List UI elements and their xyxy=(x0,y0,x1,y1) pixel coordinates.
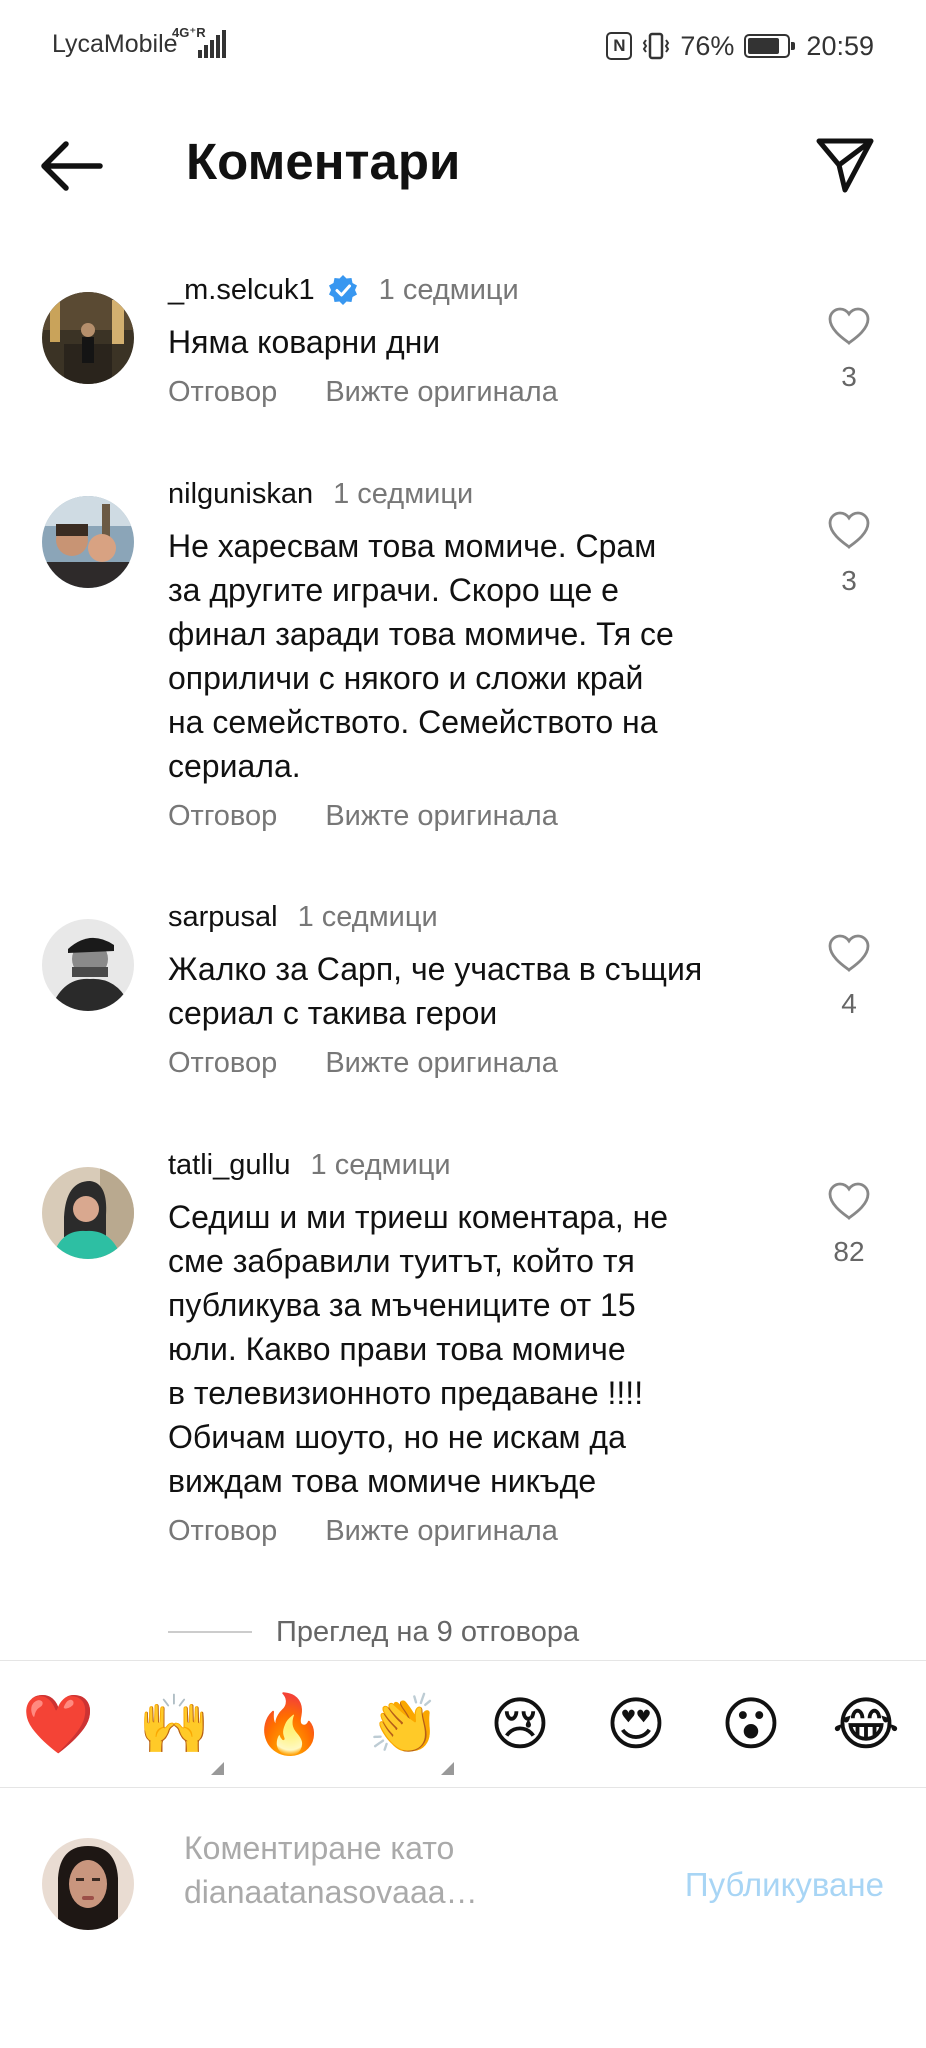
comment-text: Седиш и ми триеш коментара, не сме забра… xyxy=(168,1199,669,1499)
comment-body: sarpusal 1 седмици Жалко за Сарп, че уча… xyxy=(168,897,788,1080)
avatar[interactable] xyxy=(42,1167,134,1259)
clapping-hands-emoji-icon[interactable]: 👏 xyxy=(368,1689,454,1775)
comment-username[interactable]: tatli_gullu xyxy=(168,1145,291,1185)
crying-face-emoji-icon[interactable]: 😢 xyxy=(484,1689,556,1761)
comment-body: _m.selcuk1 1 седмици Няма коварни дни От… xyxy=(168,270,788,409)
heart-icon[interactable] xyxy=(827,510,871,550)
like-group: 3 xyxy=(824,306,874,393)
replies-divider xyxy=(168,1631,252,1633)
comment-username[interactable]: nilguniskan xyxy=(168,474,313,514)
emoji-bar: ❤️ 🙌 🔥 👏 😢 😍 😮 😂 xyxy=(0,1660,926,1788)
comment-username[interactable]: sarpusal xyxy=(168,897,278,937)
battery-icon xyxy=(744,34,796,58)
see-original-button[interactable]: Вижте оригинала xyxy=(325,376,558,408)
paper-plane-icon[interactable] xyxy=(814,134,876,196)
vibrate-icon xyxy=(643,32,670,60)
status-icons: N 76% 20:59 xyxy=(606,30,874,62)
surprised-face-emoji-icon[interactable]: 😮 xyxy=(715,1689,787,1761)
reply-button[interactable]: Отговор xyxy=(168,376,277,408)
input-placeholder-line2: dianaatanasovaaa… xyxy=(184,1874,478,1910)
like-group: 82 xyxy=(824,1181,874,1268)
like-count: 3 xyxy=(841,361,857,392)
avatar[interactable] xyxy=(42,292,134,384)
comment-time: 1 седмици xyxy=(310,1149,451,1181)
raising-hands-emoji-icon[interactable]: 🙌 xyxy=(138,1689,224,1775)
like-count: 4 xyxy=(841,988,857,1019)
fire-emoji-icon[interactable]: 🔥 xyxy=(253,1689,325,1761)
comment-username[interactable]: _m.selcuk1 xyxy=(168,270,315,310)
status-bar: LycaMobile 4G⁺R N 76% 20:59 xyxy=(0,0,926,92)
comment-composer: Коментиране като dianaatanasovaaa… Публи… xyxy=(0,1786,926,2048)
battery-percent: 76% xyxy=(680,30,735,61)
signal-icon xyxy=(198,30,226,58)
see-original-button[interactable]: Вижте оригинала xyxy=(325,1515,558,1547)
heart-icon[interactable] xyxy=(827,933,871,973)
comment-text: Не харесвам това момиче. Срам за другите… xyxy=(168,528,674,784)
carrier-name: LycaMobile xyxy=(52,30,178,58)
arrow-left-icon[interactable] xyxy=(38,138,104,194)
reply-button[interactable]: Отговор xyxy=(168,1515,277,1547)
comment-body: tatli_gullu 1 седмици Седиш и ми триеш к… xyxy=(168,1145,788,1548)
comment-time: 1 седмици xyxy=(378,274,519,306)
view-replies-button[interactable]: Преглед на 9 отговора xyxy=(168,1610,579,1654)
like-group: 4 xyxy=(824,933,874,1020)
heart-icon[interactable] xyxy=(827,1181,871,1221)
comment-body: nilguniskan 1 седмици Не харесвам това м… xyxy=(168,474,788,833)
input-placeholder-line1: Коментиране като xyxy=(184,1830,455,1866)
page-title: Коментари xyxy=(186,133,461,190)
tears-of-joy-emoji-icon[interactable]: 😂 xyxy=(830,1689,902,1761)
heart-eyes-emoji-icon[interactable]: 😍 xyxy=(600,1689,672,1761)
like-count: 3 xyxy=(841,565,857,596)
avatar[interactable] xyxy=(42,496,134,588)
see-original-button[interactable]: Вижте оригинала xyxy=(325,1047,558,1079)
comment-text: Няма коварни дни xyxy=(168,324,441,360)
heart-icon[interactable] xyxy=(827,306,871,346)
comment-time: 1 седмици xyxy=(297,901,438,933)
view-replies-label: Преглед на 9 отговора xyxy=(276,1615,580,1648)
like-group: 3 xyxy=(824,510,874,597)
comment-input[interactable]: Коментиране като dianaatanasovaaa… xyxy=(184,1826,604,1914)
reply-button[interactable]: Отговор xyxy=(168,1047,277,1079)
see-original-button[interactable]: Вижте оригинала xyxy=(325,800,558,832)
comment-time: 1 седмици xyxy=(333,478,474,510)
header: Коментари xyxy=(0,120,926,210)
reply-button[interactable]: Отговор xyxy=(168,800,277,832)
like-count: 82 xyxy=(833,1236,865,1267)
clock: 20:59 xyxy=(806,30,874,61)
my-avatar xyxy=(42,1838,134,1930)
nfc-icon: N xyxy=(606,32,633,60)
comment-text: Жалко за Сарп, че участва в същия сериал… xyxy=(168,951,703,1031)
red-heart-emoji-icon[interactable]: ❤️ xyxy=(22,1689,94,1761)
avatar[interactable] xyxy=(42,919,134,1011)
verified-badge-icon xyxy=(328,275,357,305)
post-button[interactable]: Публикуване xyxy=(685,1866,884,1904)
